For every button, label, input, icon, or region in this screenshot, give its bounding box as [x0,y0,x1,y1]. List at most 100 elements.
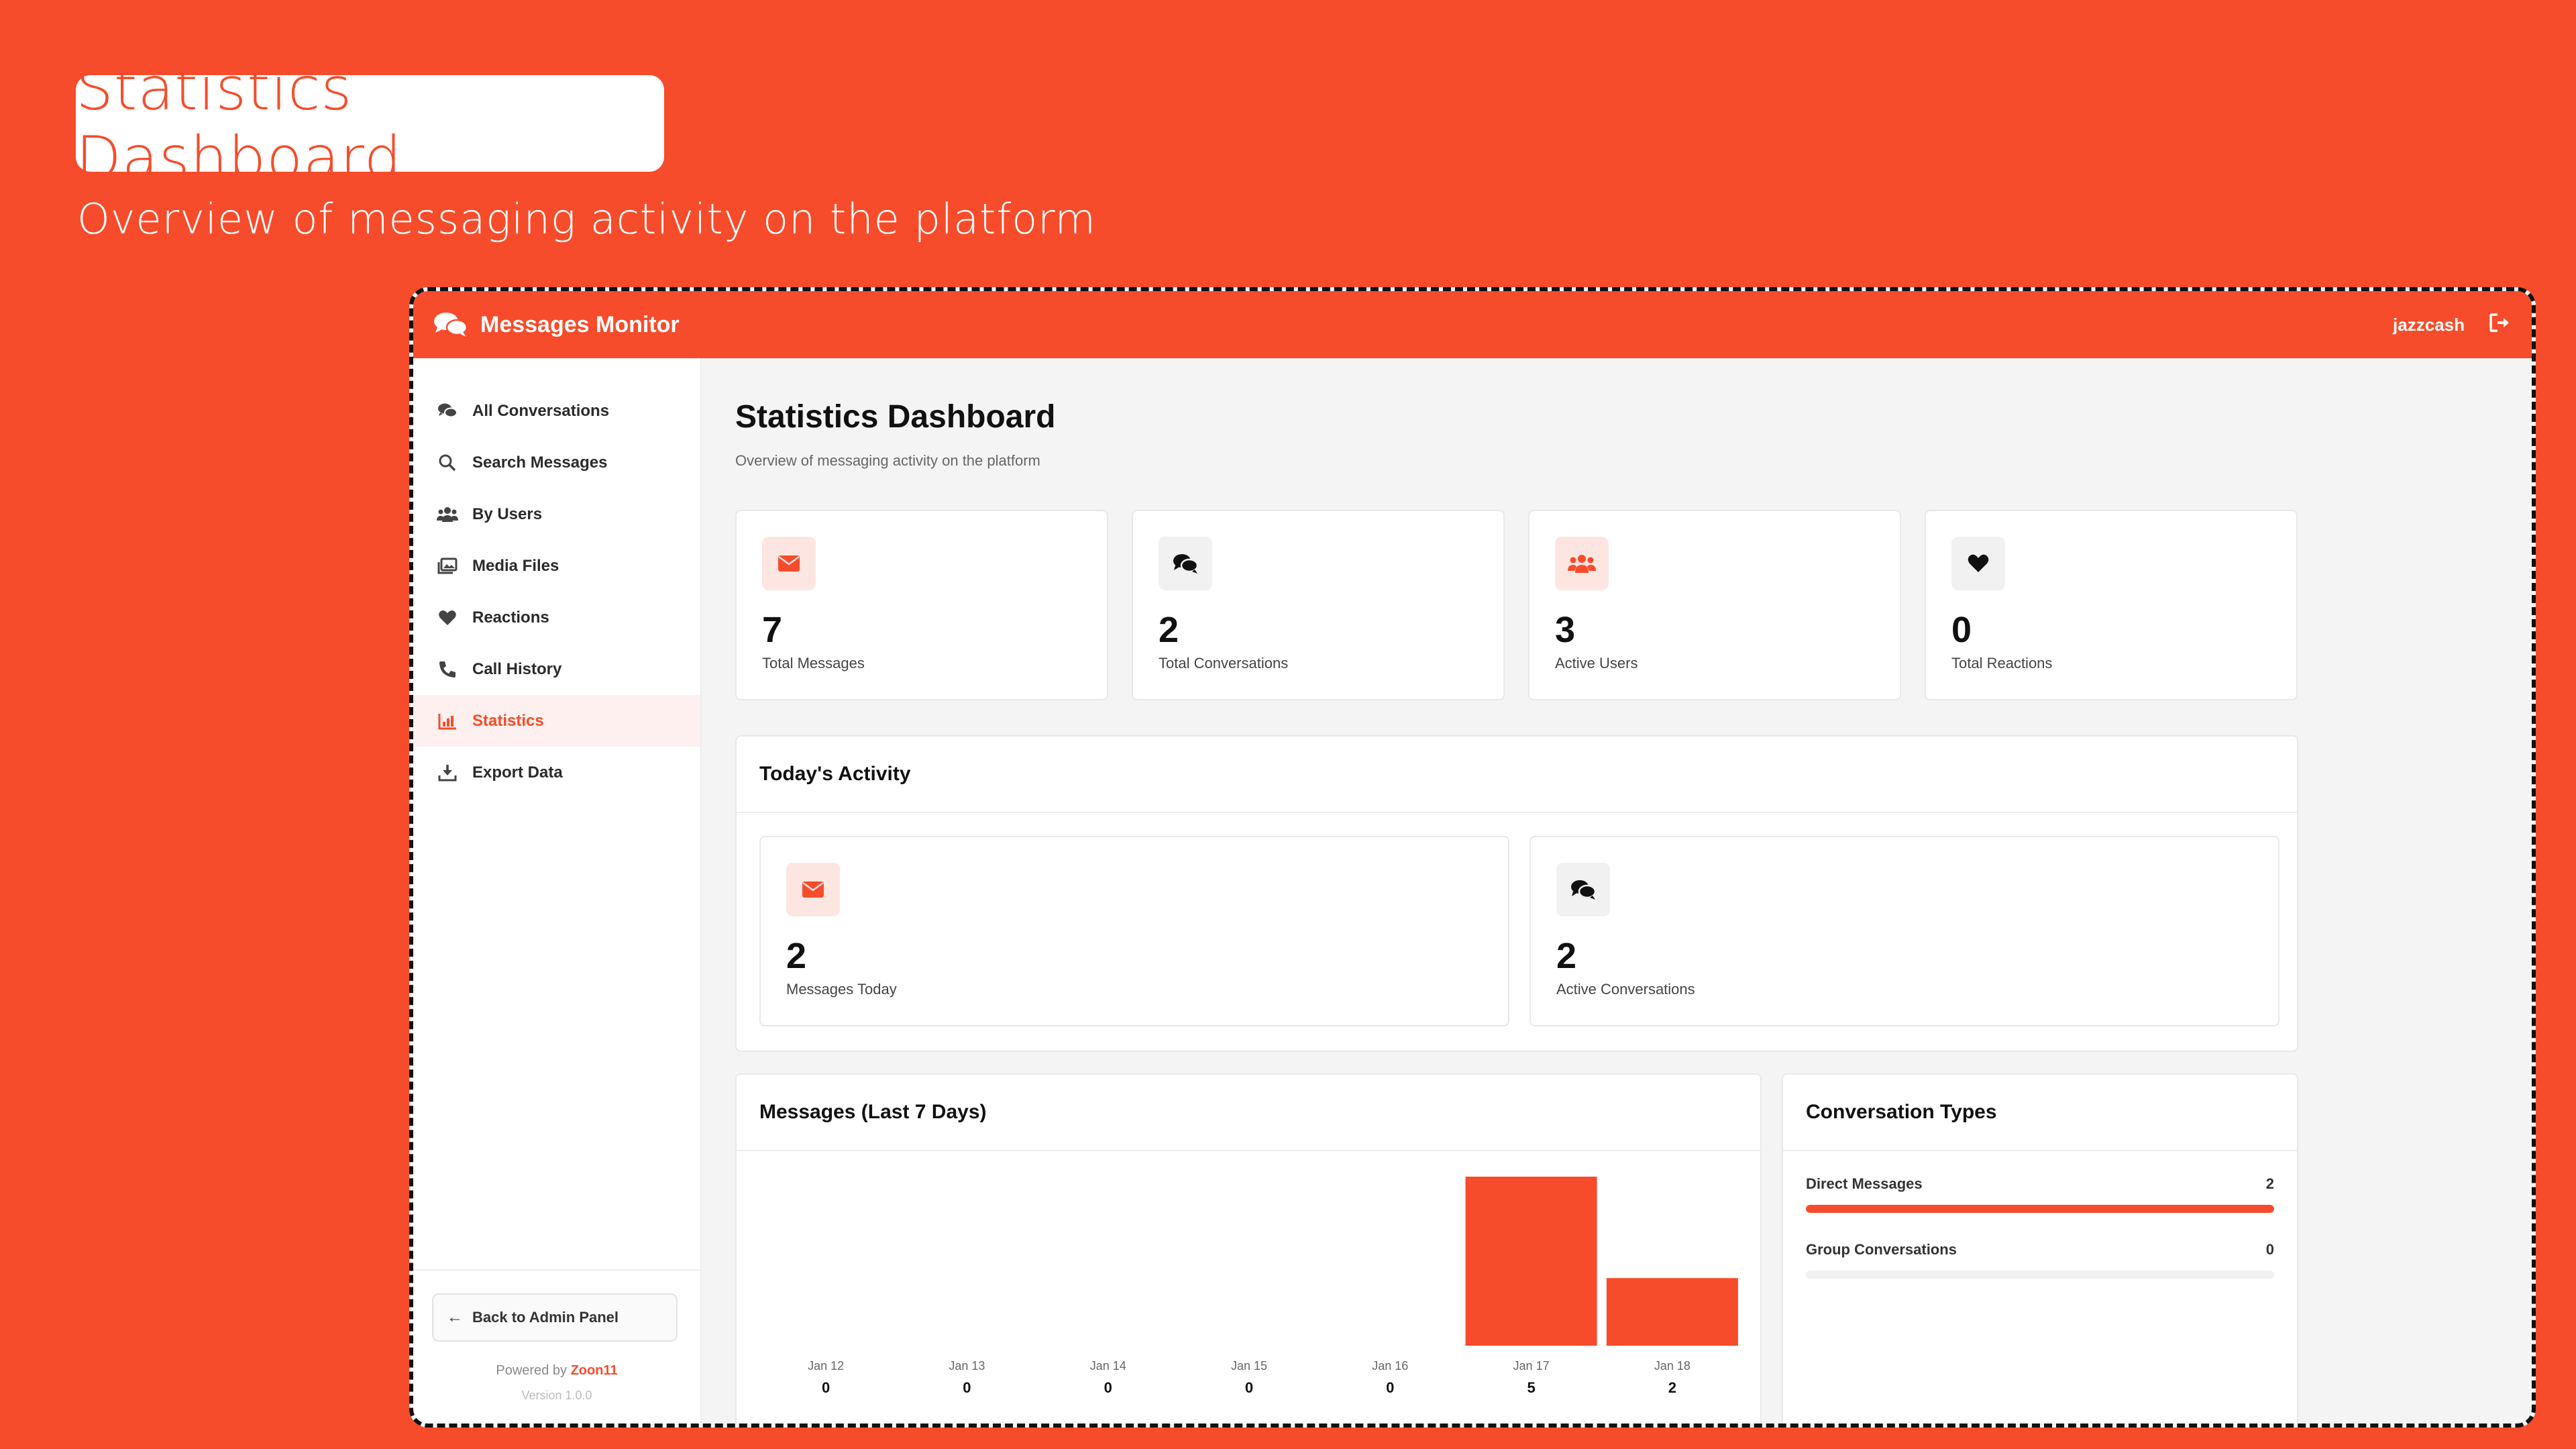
stat-label: Total Conversations [1159,655,1289,672]
conversation-type-group: Group Conversations 0 [1806,1241,2274,1279]
stat-label: Total Reactions [1951,655,2053,672]
conversation-types-panel: Conversation Types Direct Messages 2 Gro… [1782,1073,2298,1424]
sidebar-footer: ← Back to Admin Panel Powered by Zoon11 … [413,1269,700,1424]
activity-label: Messages Today [786,981,897,998]
sidebar-item-media-files[interactable]: Media Files [413,540,700,592]
heart-icon [436,606,459,629]
sidebar-nav: All Conversations Search Messages By Use… [413,358,700,798]
users-icon [436,503,459,526]
sidebar-item-all-conversations[interactable]: All Conversations [413,385,700,437]
bar-value-label: 2 [1668,1379,1676,1396]
x-tick-label: Jan 13 [949,1359,985,1373]
conversation-type-label: Group Conversations [1806,1241,1957,1258]
stat-value: 3 [1555,610,1576,650]
bar-chart-svg: Jan 12 0 Jan 13 0 Jan 14 0 Jan 15 0 Jan 16 0 Jan 1… [808,1177,1738,1396]
powered-brand-link[interactable]: Zoon11 [571,1363,618,1378]
bar-jan-18 [1606,1278,1738,1346]
sidebar-item-label: Statistics [472,711,544,730]
messages-bar-chart: Jan 12 0 Jan 13 0 Jan 14 0 Jan 15 0 Jan 16 0 Jan 1… [737,1151,1760,1424]
todays-activity-panel: Today's Activity 2 Messages Today 2 Acti… [735,735,2298,1052]
logout-icon[interactable] [2489,313,2512,337]
sidebar-item-search-messages[interactable]: Search Messages [413,437,700,488]
stat-label: Total Messages [762,655,865,672]
hero-title: Statistics Dashboard [76,54,664,193]
search-icon [436,451,459,474]
activity-card-active-conversations: 2 Active Conversations [1529,836,2279,1026]
sidebar-item-label: Export Data [472,763,563,782]
bar-value-label: 0 [1386,1379,1394,1396]
conversation-type-label: Direct Messages [1806,1175,1923,1192]
hero-subtitle: Overview of messaging activity on the pl… [77,195,1096,244]
x-tick-label: Jan 12 [808,1359,844,1373]
back-to-admin-button[interactable]: ← Back to Admin Panel [432,1293,678,1342]
sidebar-item-label: Reactions [472,608,549,627]
sidebar-item-label: Search Messages [472,453,608,472]
panel-title: Conversation Types [1783,1075,2297,1151]
conversation-type-value: 2 [2265,1175,2274,1192]
chat-bubbles-icon [436,400,459,423]
activity-value: 2 [786,936,807,976]
stat-value: 7 [762,610,783,650]
main-content: Statistics Dashboard Overview of messagi… [702,358,2532,1424]
phone-icon [436,658,459,681]
stat-card-total-conversations: 2 Total Conversations [1132,510,1505,700]
page-subtitle: Overview of messaging activity on the pl… [735,452,1040,469]
back-label: Back to Admin Panel [472,1309,619,1326]
version-text: Version 1.0.0 [521,1389,592,1402]
panel-title: Today's Activity [737,737,2297,813]
bar-value-label: 0 [963,1379,971,1396]
top-bar: Messages Monitor jazzcash [413,291,2532,358]
sidebar-item-statistics[interactable]: Statistics [413,695,700,747]
chat-bubbles-icon [1556,863,1610,916]
sidebar-item-label: Call History [472,659,562,678]
x-tick-label: Jan 15 [1231,1359,1267,1373]
panel-title: Messages (Last 7 Days) [737,1075,1760,1151]
x-tick-label: Jan 17 [1513,1359,1550,1373]
x-tick-label: Jan 14 [1090,1359,1126,1373]
images-icon [436,555,459,578]
activity-value: 2 [1556,936,1577,976]
powered-by: Powered by Zoon11 [413,1363,700,1379]
bar-value-label: 0 [1104,1379,1112,1396]
bar-value-label: 0 [1245,1379,1253,1396]
bar-jan-17 [1465,1177,1597,1346]
progress-track [1806,1205,2274,1213]
sidebar-item-label: By Users [472,504,543,523]
sidebar-item-label: Media Files [472,556,559,575]
page-title: Statistics Dashboard [735,399,1056,435]
heart-icon [1951,537,2005,590]
conversation-type-value: 0 [2265,1241,2274,1258]
stat-label: Active Users [1555,655,1638,672]
app-window: Messages Monitor jazzcash All Conversati… [409,287,2536,1428]
chart-icon [436,710,459,733]
brand-name: Messages Monitor [480,311,680,337]
progress-track [1806,1271,2274,1279]
stat-card-total-messages: 7 Total Messages [735,510,1108,700]
conversation-type-direct: Direct Messages 2 [1806,1175,2274,1213]
sidebar-item-export-data[interactable]: Export Data [413,747,700,798]
sidebar: All Conversations Search Messages By Use… [413,358,702,1424]
stat-card-active-users: 3 Active Users [1528,510,1901,700]
stat-value: 0 [1951,610,1972,650]
x-tick-label: Jan 18 [1654,1359,1690,1373]
activity-label: Active Conversations [1556,981,1695,998]
chat-bubbles-icon [434,313,468,337]
x-tick-label: Jan 16 [1372,1359,1408,1373]
arrow-left-icon: ← [447,1308,463,1326]
sidebar-item-reactions[interactable]: Reactions [413,592,700,643]
stat-value: 2 [1159,610,1179,650]
sidebar-item-by-users[interactable]: By Users [413,488,700,540]
activity-card-messages-today: 2 Messages Today [759,836,1509,1026]
sidebar-item-label: All Conversations [472,401,610,420]
envelope-icon [786,863,840,916]
username: jazzcash [2393,314,2465,335]
bar-value-label: 5 [1527,1379,1535,1396]
sidebar-item-call-history[interactable]: Call History [413,643,700,695]
download-icon [436,761,459,784]
progress-fill [1806,1205,2274,1213]
users-icon [1555,537,1609,590]
bar-value-label: 0 [822,1379,830,1396]
chat-bubbles-icon [1159,537,1212,590]
messages-chart-panel: Messages (Last 7 Days) Jan 12 0 Jan 13 0 Jan… [735,1073,1762,1424]
brand[interactable]: Messages Monitor [433,311,680,338]
